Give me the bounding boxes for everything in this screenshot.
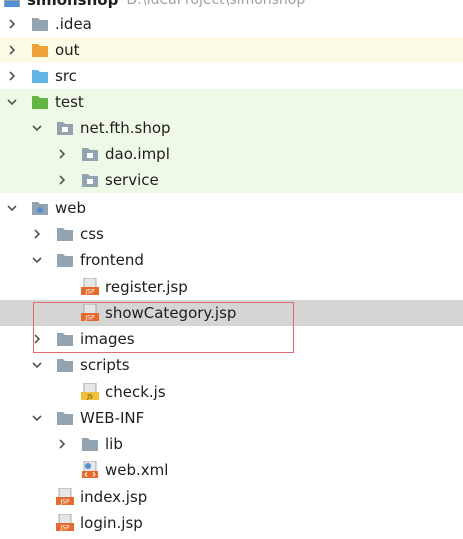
tree-item-label: .idea	[55, 15, 92, 33]
chevron-right-icon[interactable]	[29, 221, 45, 247]
tree-row-scripts[interactable]: scripts	[0, 352, 463, 378]
chevron-down-icon[interactable]	[4, 195, 20, 221]
tree-row-frontend[interactable]: frontend	[0, 247, 463, 273]
tree-item-label: web.xml	[105, 461, 169, 479]
jsp-file-icon: JSP	[80, 277, 100, 297]
chevron-down-icon[interactable]	[29, 405, 45, 431]
chevron-down-icon[interactable]	[29, 247, 45, 273]
tree-item-label: showCategory.jsp	[105, 304, 237, 322]
folder-icon	[55, 329, 75, 349]
folder-icon	[55, 224, 75, 244]
svg-text:JSP: JSP	[59, 499, 70, 506]
tree-row-src[interactable]: src	[0, 63, 463, 89]
chevron-down-icon[interactable]	[29, 115, 45, 141]
tree-item-label: css	[80, 225, 104, 243]
folder-icon	[55, 408, 75, 428]
svg-text:JSP: JSP	[84, 289, 95, 296]
tree-row-lib[interactable]: lib	[0, 431, 463, 457]
tree-row-out[interactable]: out	[0, 37, 463, 63]
package-icon	[55, 118, 75, 138]
tree-item-label: index.jsp	[80, 488, 148, 506]
tree-row-login-jsp[interactable]: JSP login.jsp	[0, 510, 463, 536]
tree-row-idea[interactable]: .idea	[0, 11, 463, 37]
svg-text:JSP: JSP	[84, 315, 95, 322]
chevron-right-icon[interactable]	[29, 326, 45, 352]
tree-item-label: check.js	[105, 383, 166, 401]
tree-row-web-inf[interactable]: WEB-INF	[0, 405, 463, 431]
project-path: D:\IdeaProject\simonshop	[126, 0, 306, 8]
tree-row-register-jsp[interactable]: JSP register.jsp	[0, 274, 463, 300]
jsp-file-icon: JSP	[80, 303, 100, 323]
chevron-right-icon[interactable]	[54, 167, 70, 193]
chevron-right-icon[interactable]	[4, 63, 20, 89]
tree-row-dao-impl[interactable]: dao.impl	[0, 141, 463, 167]
chevron-down-icon[interactable]	[4, 89, 20, 115]
tree-row-index-jsp[interactable]: JSP index.jsp	[0, 484, 463, 510]
tree-row-web-xml[interactable]: web.xml	[0, 457, 463, 483]
tree-row-showcategory-jsp[interactable]: JSP showCategory.jsp	[0, 300, 463, 326]
svg-text:JS: JS	[86, 394, 93, 401]
tree-item-label: service	[105, 171, 159, 189]
js-file-icon: JS	[80, 382, 100, 402]
package-icon	[80, 144, 100, 164]
tree-row-check-js[interactable]: JS check.js	[0, 379, 463, 405]
source-folder-icon	[30, 66, 50, 86]
tree-item-label: images	[80, 330, 135, 348]
tree-row-net-fth-shop[interactable]: net.fth.shop	[0, 115, 463, 141]
svg-text:JSP: JSP	[59, 525, 70, 532]
tree-row-css[interactable]: css	[0, 221, 463, 247]
folder-icon	[30, 14, 50, 34]
tree-row-service[interactable]: service	[0, 167, 463, 193]
tree-item-label: lib	[105, 435, 123, 453]
tree-item-label: out	[55, 41, 80, 59]
jsp-file-icon: JSP	[55, 513, 75, 533]
tree-item-label: scripts	[80, 356, 130, 374]
project-folder-icon	[2, 0, 22, 10]
folder-icon	[80, 434, 100, 454]
package-icon	[80, 170, 100, 190]
web-folder-icon	[30, 198, 50, 218]
chevron-right-icon[interactable]	[54, 431, 70, 457]
tree-item-label: test	[55, 93, 84, 111]
tree-item-label: frontend	[80, 251, 144, 269]
tree-row-test[interactable]: test	[0, 89, 463, 115]
tree-item-label: WEB-INF	[80, 409, 145, 427]
tree-item-label: login.jsp	[80, 514, 143, 532]
tree-row-images[interactable]: images	[0, 326, 463, 352]
tree-item-label: web	[55, 199, 87, 217]
folder-icon	[55, 355, 75, 375]
chevron-down-icon[interactable]	[29, 352, 45, 378]
tree-item-label: net.fth.shop	[80, 119, 171, 137]
folder-icon	[55, 250, 75, 270]
chevron-right-icon[interactable]	[4, 11, 20, 37]
test-folder-icon	[30, 92, 50, 112]
tree-item-label: register.jsp	[105, 278, 188, 296]
chevron-right-icon[interactable]	[54, 141, 70, 167]
tree-item-label: src	[55, 67, 77, 85]
xml-web-file-icon	[80, 460, 100, 480]
chevron-right-icon[interactable]	[4, 37, 20, 63]
project-name: simonshop	[27, 0, 119, 9]
tree-item-label: dao.impl	[105, 145, 170, 163]
excluded-folder-icon	[30, 40, 50, 60]
jsp-file-icon: JSP	[55, 487, 75, 507]
tree-row-web[interactable]: web	[0, 195, 463, 221]
